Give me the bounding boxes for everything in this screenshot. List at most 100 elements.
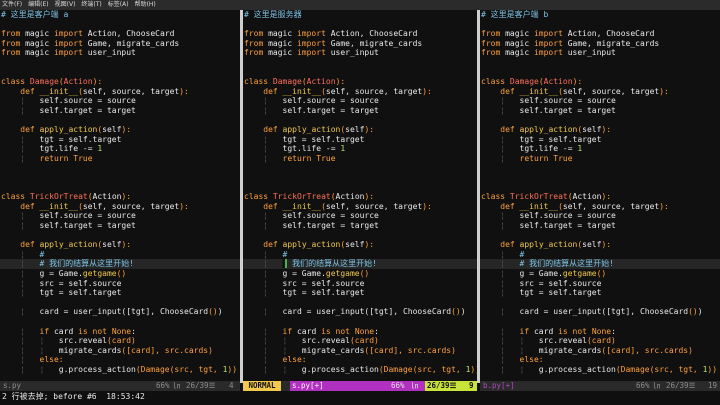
- code-line[interactable]: ¦ ▌ 我们的结算从这里开始!: [243, 259, 477, 270]
- code-line[interactable]: def __init__(self, source, target):: [243, 202, 477, 212]
- code-line[interactable]: [243, 68, 477, 78]
- code-line[interactable]: def apply_action(self):: [243, 240, 477, 250]
- code-line[interactable]: [243, 298, 477, 308]
- menu-item[interactable]: 文件(F): [2, 0, 22, 10]
- code-line[interactable]: ¦ # 我们的结算从这里开始!: [0, 259, 240, 270]
- code-line[interactable]: [0, 317, 240, 327]
- code-line[interactable]: ¦ #: [480, 250, 720, 260]
- code-line[interactable]: [0, 58, 240, 68]
- menu-item[interactable]: 帮助(H): [135, 0, 156, 10]
- code-line[interactable]: ¦ tgt = self.target: [480, 288, 720, 298]
- editor-pane-right[interactable]: # 这里是客户端 b from magic import Action, Cho…: [480, 10, 720, 393]
- code-line[interactable]: ¦ #: [243, 250, 477, 260]
- code-line[interactable]: ¦ card = user_input([tgt], ChooseCard()): [0, 307, 240, 317]
- code-line[interactable]: ¦ self.source = source: [243, 96, 477, 106]
- code-line[interactable]: ¦ self.target = target: [480, 106, 720, 116]
- code-line[interactable]: ¦ return True: [480, 154, 720, 164]
- code-line[interactable]: ¦ tgt.life -= 1: [480, 144, 720, 154]
- code-line[interactable]: ¦ # 我们的结算从这里开始!: [480, 259, 720, 270]
- code-line[interactable]: ¦ tgt = self.target: [0, 288, 240, 298]
- pane-comment-title[interactable]: # 这里是客户端 a: [0, 10, 240, 20]
- code-line[interactable]: from magic import Action, ChooseCard: [0, 29, 240, 39]
- code-line[interactable]: class TrickOrTreat(Action):: [480, 192, 720, 202]
- code-line[interactable]: ¦ card = user_input([tgt], ChooseCard()): [243, 307, 477, 317]
- code-line[interactable]: [0, 116, 240, 126]
- code-line[interactable]: [243, 58, 477, 68]
- code-line[interactable]: ¦ card = user_input([tgt], ChooseCard()): [480, 307, 720, 317]
- code-line[interactable]: [243, 231, 477, 241]
- code-line[interactable]: from magic import Game, migrate_cards: [0, 39, 240, 49]
- code-line[interactable]: ¦ self.target = target: [243, 106, 477, 116]
- code-line[interactable]: ¦ src = self.source: [243, 279, 477, 289]
- code-line[interactable]: [480, 20, 720, 30]
- code-line[interactable]: ¦ ¦ src.reveal(card): [0, 336, 240, 346]
- code-line[interactable]: ¦ tgt = self.target: [243, 288, 477, 298]
- code-line[interactable]: [480, 231, 720, 241]
- code-line[interactable]: ¦ tgt = self.target: [480, 135, 720, 145]
- code-line[interactable]: from magic import Game, migrate_cards: [480, 39, 720, 49]
- code-line[interactable]: class Damage(Action):: [243, 77, 477, 87]
- code-line[interactable]: ¦ self.source = source: [0, 96, 240, 106]
- code-line[interactable]: def __init__(self, source, target):: [0, 87, 240, 97]
- code-line[interactable]: ¦ else:: [0, 355, 240, 365]
- code-line[interactable]: ¦ self.target = target: [0, 221, 240, 231]
- editor-pane-middle[interactable]: # 这里是服务器 from magic import Action, Choos…: [243, 10, 477, 393]
- code-line[interactable]: ¦ ¦ migrate_cards([card], src.cards): [480, 346, 720, 356]
- code-line[interactable]: class Damage(Action):: [480, 77, 720, 87]
- code-line[interactable]: [243, 20, 477, 30]
- code-line[interactable]: from magic import Action, ChooseCard: [243, 29, 477, 39]
- code-line[interactable]: ¦ src = self.source: [0, 279, 240, 289]
- code-line[interactable]: def apply_action(self):: [480, 240, 720, 250]
- code-line[interactable]: ¦ if card is not None:: [0, 327, 240, 337]
- code-line[interactable]: ¦ ¦ migrate_cards([card], src.cards): [0, 346, 240, 356]
- code-line[interactable]: [480, 183, 720, 193]
- code-line[interactable]: ¦ else:: [480, 355, 720, 365]
- code-line[interactable]: [0, 183, 240, 193]
- code-line[interactable]: ¦ self.target = target: [0, 106, 240, 116]
- code-line[interactable]: from magic import user_input: [243, 48, 477, 58]
- code-line[interactable]: ¦ ¦ g.process_action(Damage(src, tgt, 1)…: [0, 365, 240, 375]
- code-line[interactable]: from magic import Game, migrate_cards: [243, 39, 477, 49]
- code-line[interactable]: from magic import user_input: [480, 48, 720, 58]
- code-line[interactable]: ¦ src = self.source: [480, 279, 720, 289]
- pane-comment-title[interactable]: # 这里是客户端 b: [480, 10, 720, 20]
- code-line[interactable]: [243, 116, 477, 126]
- code-line[interactable]: def __init__(self, source, target):: [480, 202, 720, 212]
- code-line[interactable]: [480, 317, 720, 327]
- menu-item[interactable]: 标签(A): [108, 0, 129, 10]
- code-line[interactable]: [0, 164, 240, 174]
- code-line[interactable]: from magic import Action, ChooseCard: [480, 29, 720, 39]
- menu-item[interactable]: 终端(T): [81, 0, 101, 10]
- code-line[interactable]: def __init__(self, source, target):: [0, 202, 240, 212]
- code-line[interactable]: ¦ tgt = self.target: [243, 135, 477, 145]
- code-line[interactable]: ¦ return True: [243, 154, 477, 164]
- code-line[interactable]: [0, 231, 240, 241]
- code-line[interactable]: ¦ if card is not None:: [243, 327, 477, 337]
- pane-comment-title[interactable]: # 这里是服务器: [243, 10, 477, 20]
- code-line[interactable]: [243, 183, 477, 193]
- code-line[interactable]: def __init__(self, source, target):: [480, 87, 720, 97]
- code-line[interactable]: ¦ else:: [243, 355, 477, 365]
- code-line[interactable]: ¦ tgt.life -= 1: [243, 144, 477, 154]
- code-line[interactable]: [0, 298, 240, 308]
- code-line[interactable]: [0, 68, 240, 78]
- code-line[interactable]: [480, 298, 720, 308]
- code-line[interactable]: ¦ if card is not None:: [480, 327, 720, 337]
- code-line[interactable]: class TrickOrTreat(Action):: [243, 192, 477, 202]
- code-line[interactable]: from magic import user_input: [0, 48, 240, 58]
- code-line[interactable]: ¦ g = Game.getgame(): [0, 269, 240, 279]
- menu-item[interactable]: 视图(V): [55, 0, 76, 10]
- code-line[interactable]: [480, 164, 720, 174]
- code-line[interactable]: [243, 173, 477, 183]
- editor-pane-left[interactable]: # 这里是客户端 a from magic import Action, Cho…: [0, 10, 240, 393]
- code-line[interactable]: ¦ ¦ src.reveal(card): [480, 336, 720, 346]
- code-line[interactable]: def apply_action(self):: [0, 240, 240, 250]
- code-line[interactable]: ¦ self.source = source: [0, 211, 240, 221]
- code-line[interactable]: [480, 173, 720, 183]
- menu-item[interactable]: 编辑(E): [28, 0, 48, 10]
- code-line[interactable]: ¦ ¦ g.process_action(Damage(src, tgt, 1)…: [480, 365, 720, 375]
- code-line[interactable]: ¦ g = Game.getgame(): [243, 269, 477, 279]
- code-line[interactable]: ¦ self.target = target: [243, 221, 477, 231]
- code-line[interactable]: ¦ self.target = target: [480, 221, 720, 231]
- code-line[interactable]: [243, 164, 477, 174]
